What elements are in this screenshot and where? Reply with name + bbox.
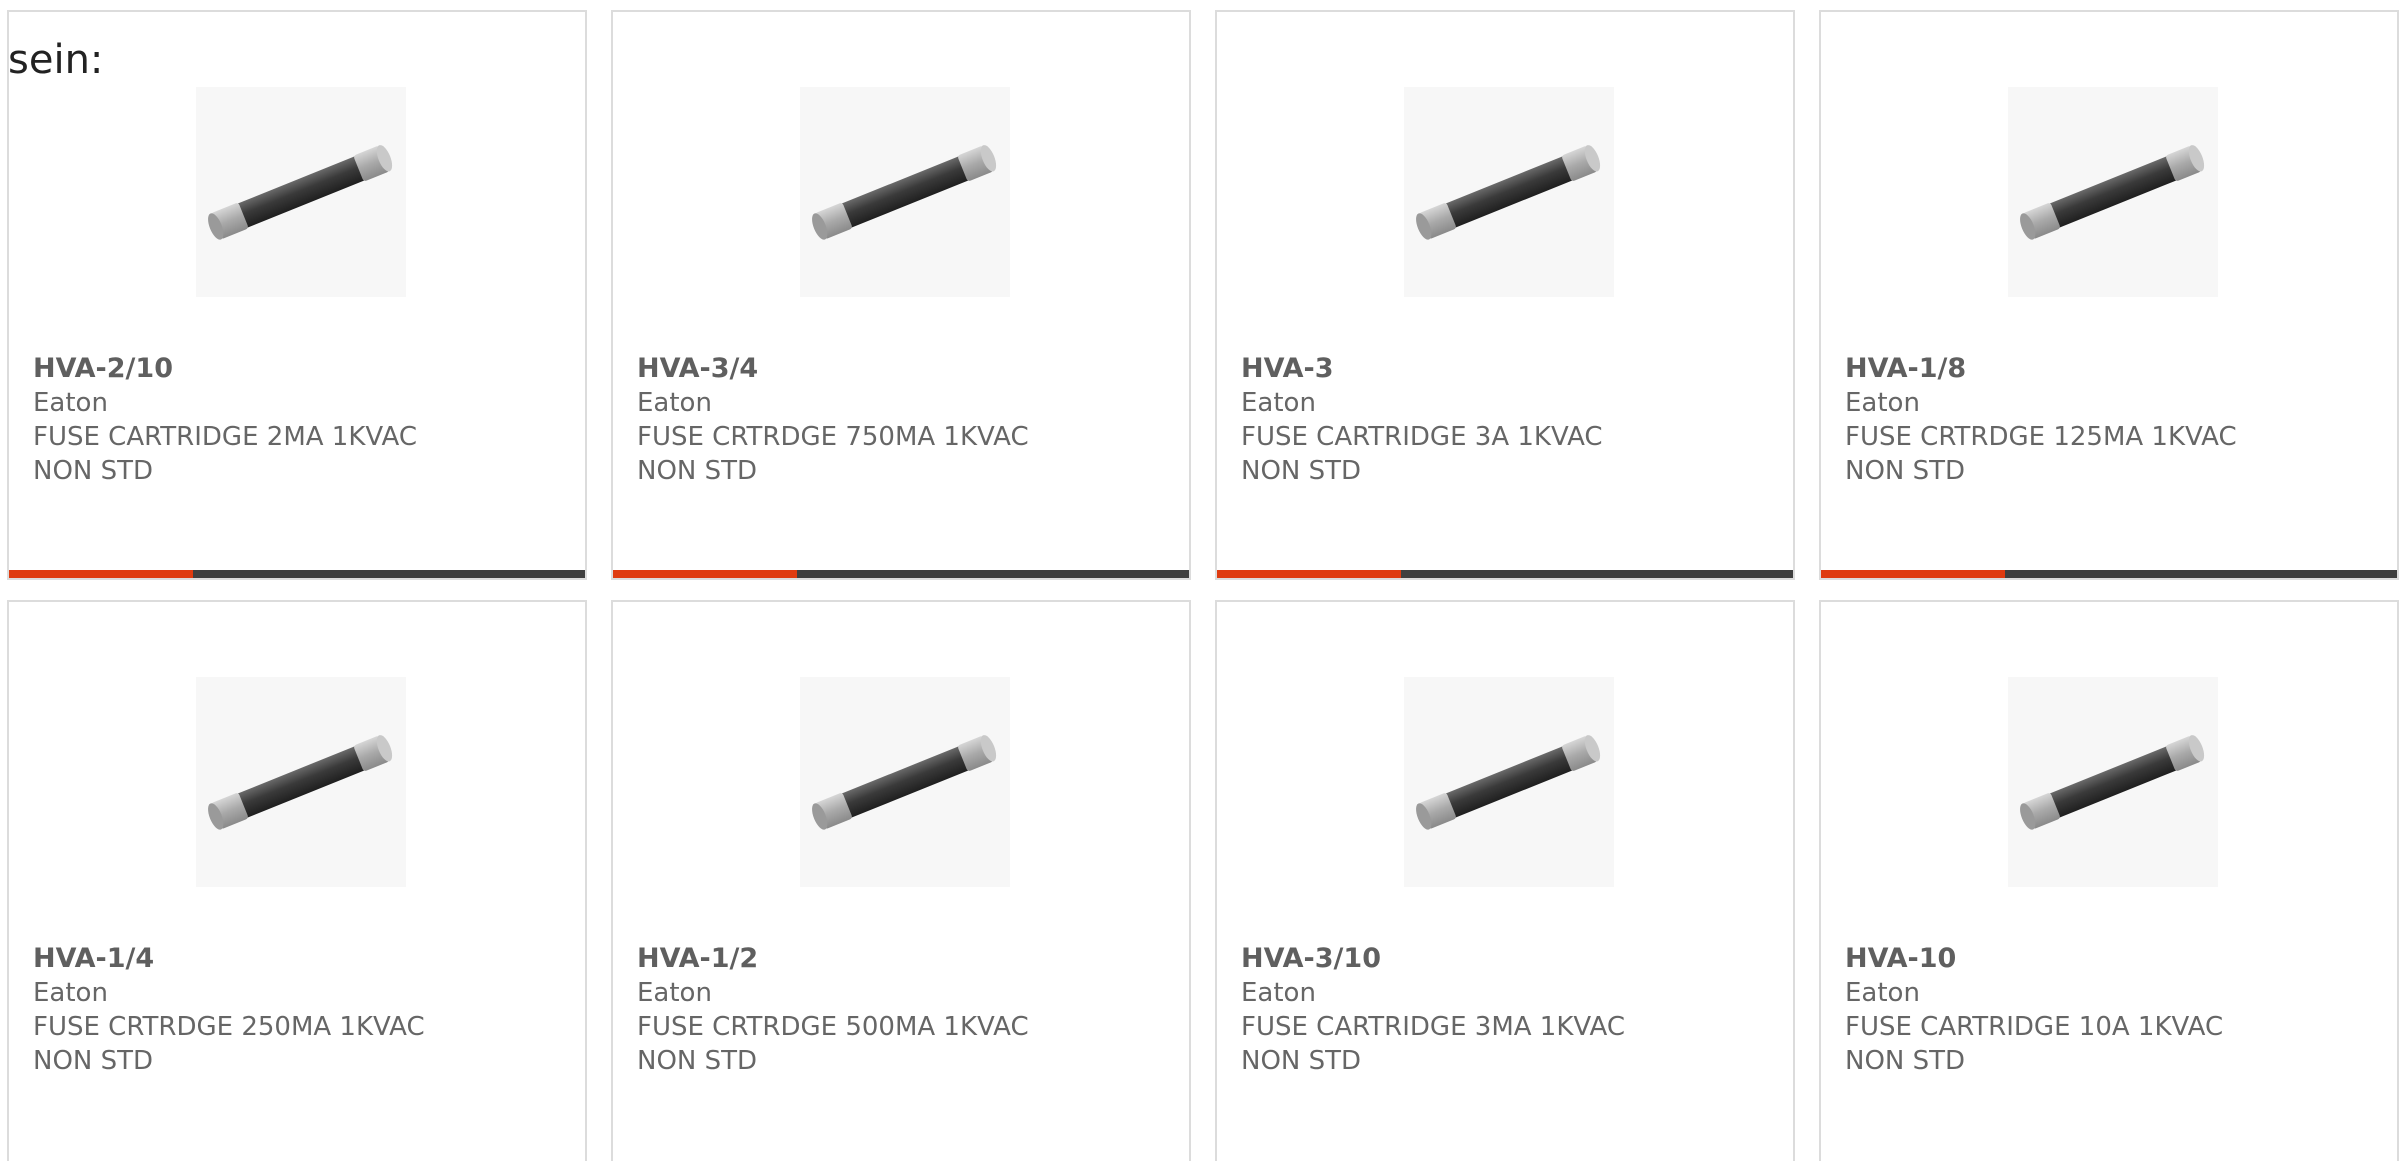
product-manufacturer: Eaton [33,978,108,1008]
fuse-cartridge-icon[interactable] [2008,87,2218,297]
product-card[interactable]: HVA-3/10 Eaton FUSE CARTRIDGE 3MA 1KVAC … [1215,600,1795,1161]
fuse-cartridge-icon[interactable] [196,677,406,887]
fuse-cartridge-icon[interactable] [1404,677,1614,887]
product-card[interactable]: HVA-1/8 Eaton FUSE CRTRDGE 125MA 1KVAC N… [1819,10,2399,580]
product-info: HVA-1/8 Eaton FUSE CRTRDGE 125MA 1KVAC N… [1845,352,2373,488]
progress-bar [613,570,1189,578]
product-info: HVA-1/4 Eaton FUSE CRTRDGE 250MA 1KVAC N… [33,942,561,1078]
product-description: FUSE CARTRIDGE 10A 1KVAC NON STD [1845,1012,2224,1076]
product-grid: HVA-2/10 Eaton FUSE CARTRIDGE 2MA 1KVAC … [7,10,2399,1161]
fuse-cartridge-icon[interactable] [196,87,406,297]
product-part-number-link[interactable]: HVA-1/8 [1845,352,2373,386]
fuse-cartridge-icon[interactable] [2008,677,2218,887]
product-description: FUSE CARTRIDGE 2MA 1KVAC NON STD [33,422,417,486]
product-manufacturer: Eaton [637,978,712,1008]
product-part-number-link[interactable]: HVA-3 [1241,352,1769,386]
product-part-number-link[interactable]: HVA-1/2 [637,942,1165,976]
product-manufacturer: Eaton [1241,978,1316,1008]
product-description: FUSE CRTRDGE 250MA 1KVAC NON STD [33,1012,425,1076]
product-manufacturer: Eaton [1845,388,1920,418]
product-card[interactable]: HVA-3 Eaton FUSE CARTRIDGE 3A 1KVAC NON … [1215,10,1795,580]
product-description: FUSE CRTRDGE 500MA 1KVAC NON STD [637,1012,1029,1076]
product-manufacturer: Eaton [33,388,108,418]
product-card[interactable]: HVA-1/2 Eaton FUSE CRTRDGE 500MA 1KVAC N… [611,600,1191,1161]
product-description: FUSE CRTRDGE 750MA 1KVAC NON STD [637,422,1029,486]
product-info: HVA-3 Eaton FUSE CARTRIDGE 3A 1KVAC NON … [1241,352,1769,488]
progress-bar [1217,570,1793,578]
product-card[interactable]: HVA-2/10 Eaton FUSE CARTRIDGE 2MA 1KVAC … [7,10,587,580]
progress-bar [1821,570,2397,578]
product-card[interactable]: HVA-10 Eaton FUSE CARTRIDGE 10A 1KVAC NO… [1819,600,2399,1161]
product-info: HVA-1/2 Eaton FUSE CRTRDGE 500MA 1KVAC N… [637,942,1165,1078]
progress-bar-fill [9,570,194,578]
intro-text: sein: [8,37,104,83]
product-card[interactable]: HVA-3/4 Eaton FUSE CRTRDGE 750MA 1KVAC N… [611,10,1191,580]
product-manufacturer: Eaton [1241,388,1316,418]
progress-bar [9,570,585,578]
fuse-cartridge-icon[interactable] [800,87,1010,297]
progress-bar-fill [1821,570,2006,578]
product-manufacturer: Eaton [637,388,712,418]
product-card[interactable]: HVA-1/4 Eaton FUSE CRTRDGE 250MA 1KVAC N… [7,600,587,1161]
product-part-number-link[interactable]: HVA-3/10 [1241,942,1769,976]
fuse-cartridge-icon[interactable] [800,677,1010,887]
product-info: HVA-10 Eaton FUSE CARTRIDGE 10A 1KVAC NO… [1845,942,2373,1078]
product-info: HVA-2/10 Eaton FUSE CARTRIDGE 2MA 1KVAC … [33,352,561,488]
product-description: FUSE CARTRIDGE 3MA 1KVAC NON STD [1241,1012,1625,1076]
product-description: FUSE CARTRIDGE 3A 1KVAC NON STD [1241,422,1603,486]
progress-bar-fill [1217,570,1402,578]
product-description: FUSE CRTRDGE 125MA 1KVAC NON STD [1845,422,2237,486]
progress-bar-fill [613,570,798,578]
product-part-number-link[interactable]: HVA-3/4 [637,352,1165,386]
product-part-number-link[interactable]: HVA-2/10 [33,352,561,386]
product-part-number-link[interactable]: HVA-10 [1845,942,2373,976]
product-info: HVA-3/4 Eaton FUSE CRTRDGE 750MA 1KVAC N… [637,352,1165,488]
fuse-cartridge-icon[interactable] [1404,87,1614,297]
page: sein: HVA-2/10 Eaton FUSE CARTRIDGE 2MA … [0,0,2400,1161]
product-part-number-link[interactable]: HVA-1/4 [33,942,561,976]
product-info: HVA-3/10 Eaton FUSE CARTRIDGE 3MA 1KVAC … [1241,942,1769,1078]
product-manufacturer: Eaton [1845,978,1920,1008]
